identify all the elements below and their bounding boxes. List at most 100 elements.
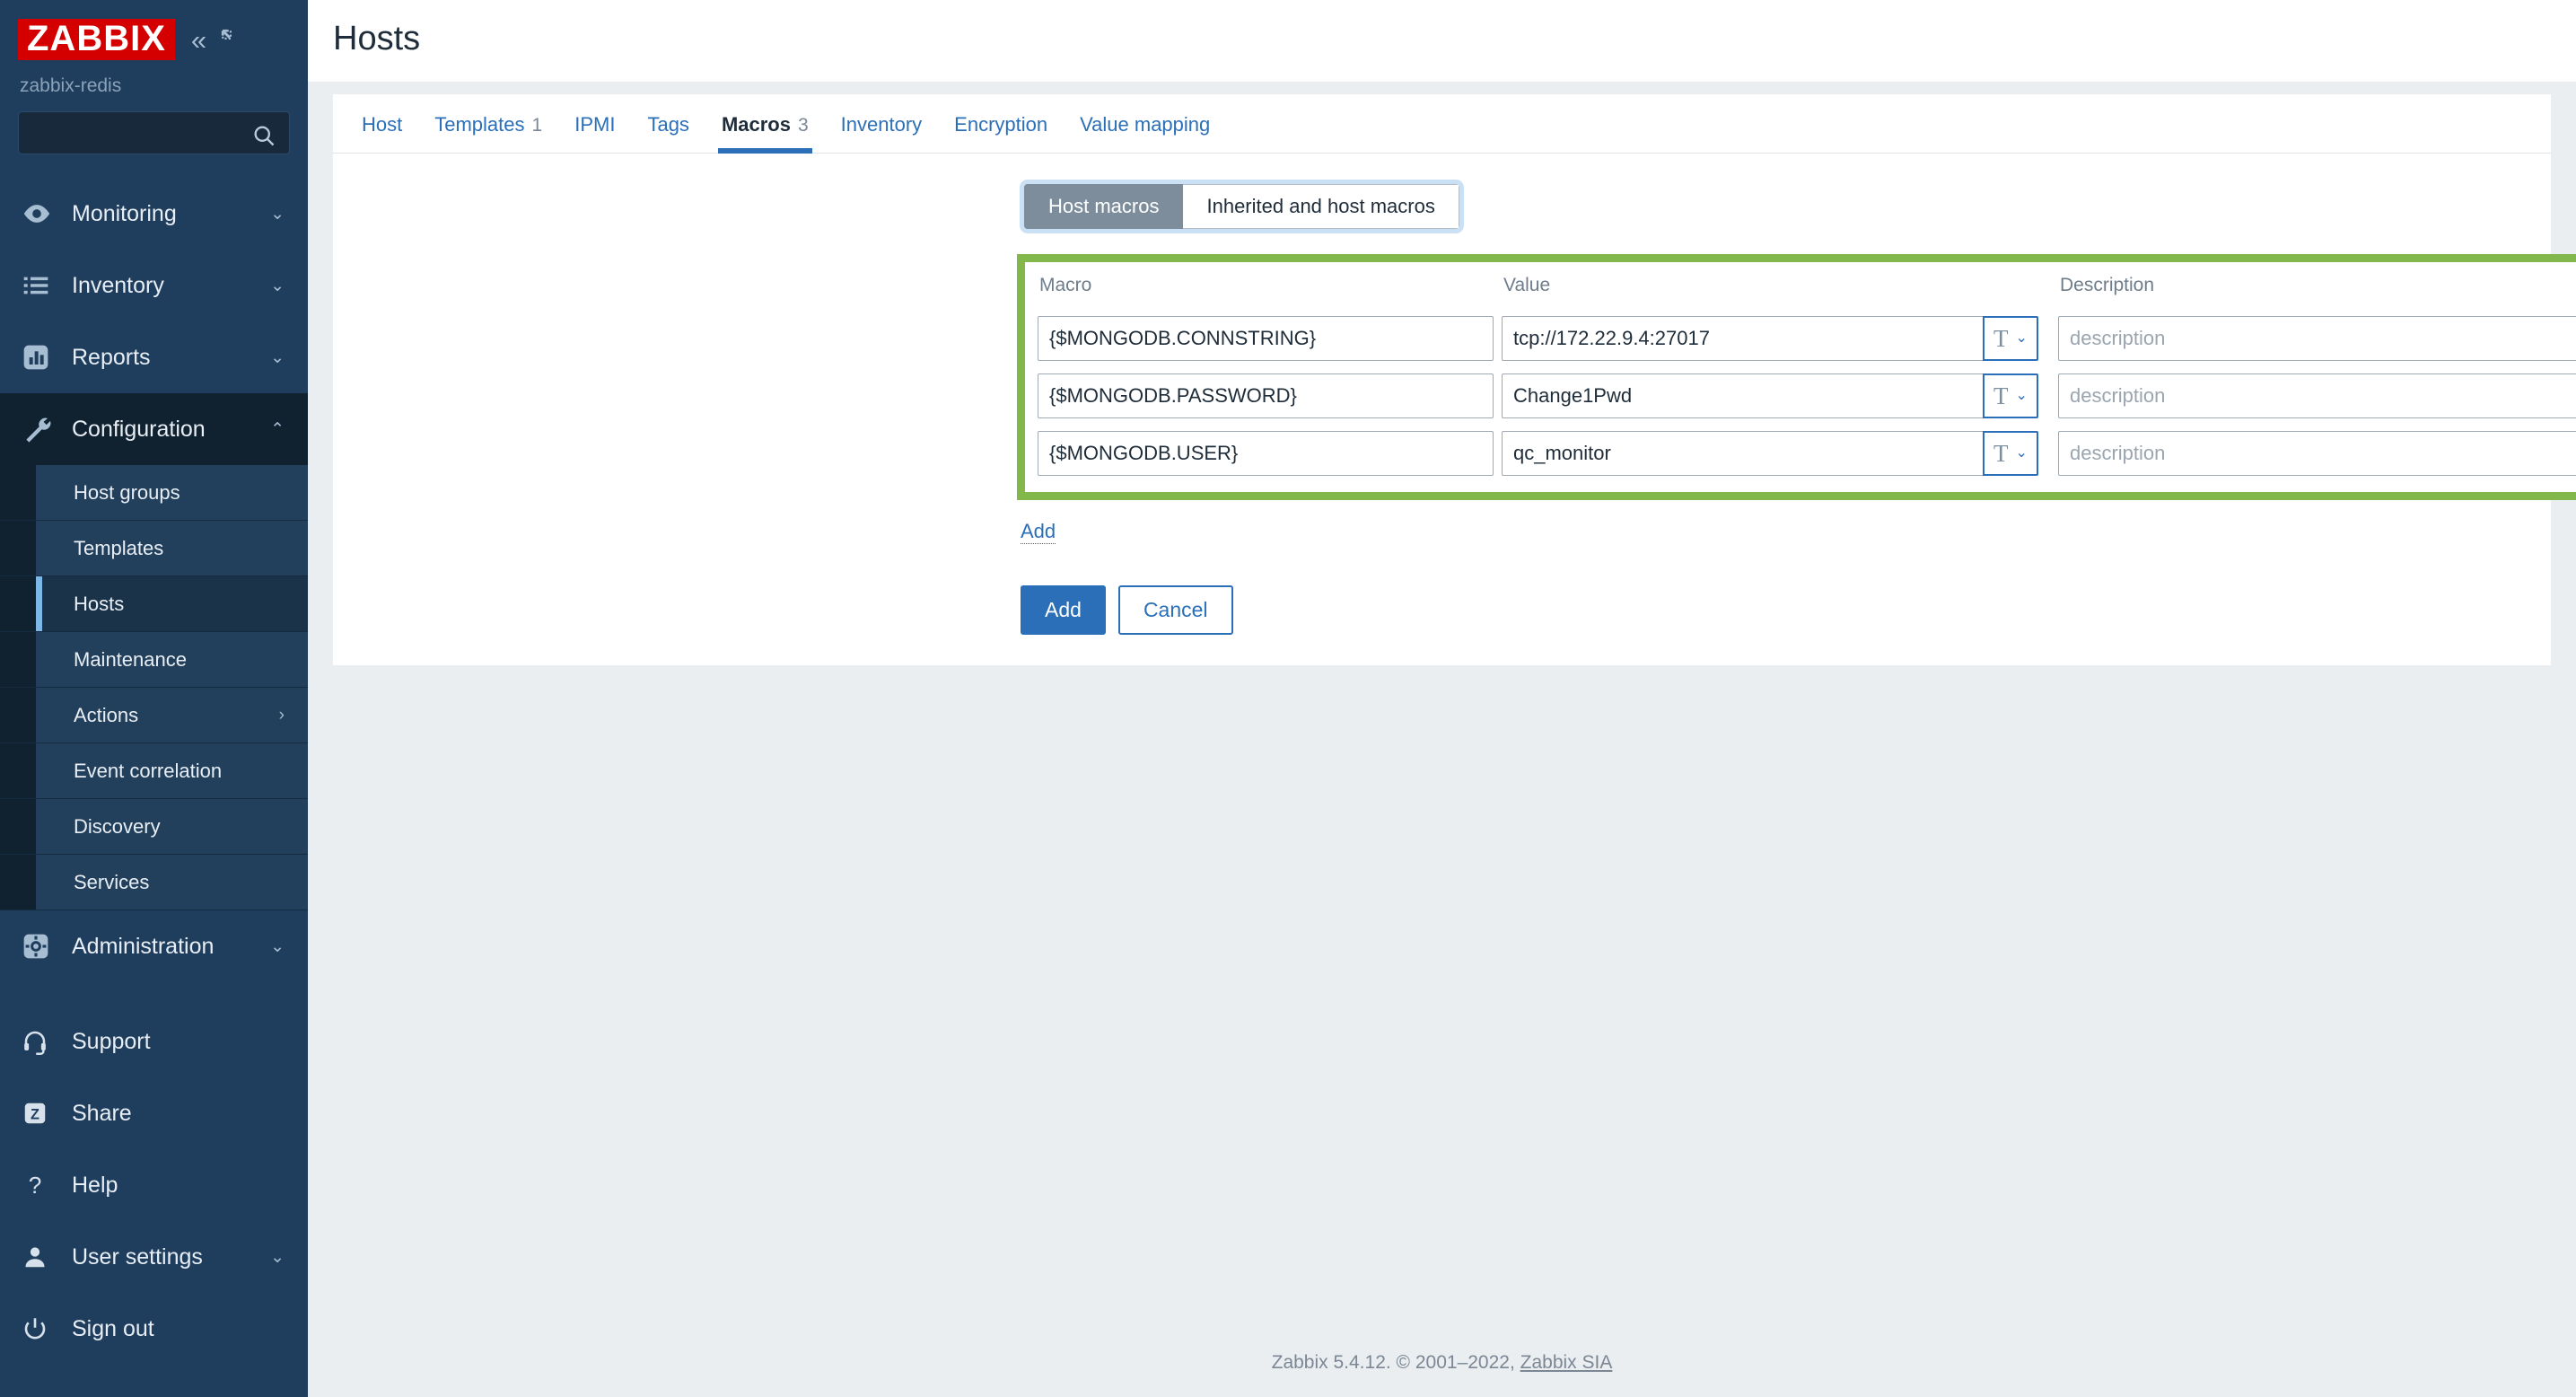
sidebar-subitem-templates[interactable]: Templates xyxy=(0,521,308,576)
sidebar-item-inventory[interactable]: Inventory ⌄ xyxy=(0,250,308,321)
sidebar-item-monitoring[interactable]: Monitoring ⌄ xyxy=(0,178,308,250)
chevron-down-icon: ⌄ xyxy=(270,1247,285,1267)
user-icon xyxy=(22,1243,59,1270)
sidebar-item-configuration[interactable]: Configuration ⌃ xyxy=(0,393,308,465)
search-box[interactable] xyxy=(18,111,290,154)
zabbix-share-icon: Z xyxy=(22,1100,59,1127)
sidebar-subitem-host-groups[interactable]: Host groups xyxy=(0,465,308,521)
tab-label: Host xyxy=(362,113,403,136)
tab-templates[interactable]: Templates 1 xyxy=(418,113,558,153)
gear-icon xyxy=(22,932,59,961)
tab-tags[interactable]: Tags xyxy=(631,113,705,153)
sidebar-item-label: Configuration xyxy=(72,416,206,442)
inherited-and-host-macros-toggle-button[interactable]: Inherited and host macros xyxy=(1183,184,1459,229)
zabbix-logo: ZABBIX xyxy=(18,19,175,60)
macro-description-input[interactable] xyxy=(2058,316,2576,361)
tab-inventory[interactable]: Inventory xyxy=(825,113,939,153)
headset-icon xyxy=(22,1028,59,1055)
search-input[interactable] xyxy=(19,122,289,144)
sidebar-item-label: User settings xyxy=(72,1243,203,1270)
sidebar-item-administration[interactable]: Administration ⌄ xyxy=(0,910,308,982)
sidebar-item-support[interactable]: Support xyxy=(0,1006,308,1077)
tab-label: IPMI xyxy=(574,113,616,136)
macro-value-type-button[interactable]: T ⌄ xyxy=(1983,316,2038,361)
table-row: T ⌄ Remove xyxy=(1038,431,2576,476)
chevron-down-icon: ⌄ xyxy=(2015,388,2028,403)
sidebar-subitem-event-correlation[interactable]: Event correlation xyxy=(0,743,308,799)
tab-label: Tags xyxy=(647,113,689,136)
sidebar-subitem-discovery[interactable]: Discovery xyxy=(0,799,308,855)
sidebar-item-reports[interactable]: Reports ⌄ xyxy=(0,321,308,393)
utility-nav: Support Z Share ? Help User settings ⌄ S… xyxy=(0,1006,308,1365)
tab-label: Inventory xyxy=(840,113,923,136)
tab-label: Encryption xyxy=(954,113,1048,136)
tab-host[interactable]: Host xyxy=(346,113,418,153)
sidebar-item-label: Monitoring xyxy=(72,200,177,226)
question-mark-icon: ? xyxy=(22,1172,59,1199)
cancel-button[interactable]: Cancel xyxy=(1117,585,1233,636)
expand-view-icon[interactable] xyxy=(220,28,243,51)
column-header-description: Description xyxy=(2060,275,2155,295)
sidebar-item-label: Share xyxy=(72,1100,132,1126)
sidebar-subitem-hosts[interactable]: Hosts xyxy=(0,576,308,632)
macro-value-input[interactable] xyxy=(1502,316,1983,361)
form-action-buttons: Add Cancel xyxy=(333,544,2551,636)
sidebar-subitem-label: Discovery xyxy=(74,814,161,838)
host-macros-toggle-button[interactable]: Host macros xyxy=(1024,184,1184,229)
table-row: T ⌄ Remove xyxy=(1038,373,2576,418)
eye-icon xyxy=(22,198,59,229)
text-type-icon: T xyxy=(1993,439,2009,467)
add-macro-link[interactable]: Add xyxy=(1021,520,1056,545)
sidebar-subitem-services[interactable]: Services xyxy=(0,855,308,910)
bar-chart-icon xyxy=(22,343,59,372)
macro-value-type-button[interactable]: T ⌄ xyxy=(1983,373,2038,418)
macro-name-input[interactable] xyxy=(1038,431,1494,476)
macro-description-cell xyxy=(2058,316,2576,361)
macro-name-input[interactable] xyxy=(1038,316,1494,361)
footer: Zabbix 5.4.12. © 2001–2022, Zabbix SIA xyxy=(308,1352,2576,1397)
sidebar-subitem-label: Event correlation xyxy=(74,759,223,782)
tab-count: 1 xyxy=(531,115,543,136)
sidebar-item-help[interactable]: ? Help xyxy=(0,1149,308,1221)
sidebar-item-user-settings[interactable]: User settings ⌄ xyxy=(0,1221,308,1293)
footer-text: Zabbix 5.4.12. © 2001–2022, xyxy=(1271,1352,1520,1373)
sidebar-subitem-maintenance[interactable]: Maintenance xyxy=(0,632,308,688)
tab-label: Templates xyxy=(434,113,525,136)
list-icon xyxy=(22,271,59,300)
sidebar-item-sign-out[interactable]: Sign out xyxy=(0,1293,308,1365)
tab-value-mapping[interactable]: Value mapping xyxy=(1064,113,1226,153)
sidebar-header: ZABBIX « xyxy=(0,0,308,65)
zabbix-sia-link[interactable]: Zabbix SIA xyxy=(1520,1352,1613,1373)
macro-value-input[interactable] xyxy=(1502,431,1983,476)
sidebar-subitem-actions[interactable]: Actions › xyxy=(0,688,308,743)
chevron-up-icon: ⌃ xyxy=(270,419,285,439)
tab-ipmi[interactable]: IPMI xyxy=(558,113,631,153)
sidebar-item-label: Reports xyxy=(72,344,151,370)
sidebar-subitem-label: Templates xyxy=(74,536,164,559)
macro-name-cell xyxy=(1038,431,1494,476)
chevron-down-icon: ⌄ xyxy=(270,936,285,956)
sidebar-item-label: Help xyxy=(72,1172,118,1198)
macro-value-input[interactable] xyxy=(1502,373,1983,418)
chevron-down-icon: ⌄ xyxy=(270,276,285,295)
power-icon xyxy=(22,1315,59,1342)
collapse-sidebar-icon[interactable]: « xyxy=(191,26,206,54)
macro-description-input[interactable] xyxy=(2058,373,2576,418)
sidebar-item-share[interactable]: Z Share xyxy=(0,1077,308,1149)
chevron-right-icon: › xyxy=(278,705,285,725)
macro-value-type-button[interactable]: T ⌄ xyxy=(1983,431,2038,476)
sidebar-item-label: Support xyxy=(72,1028,151,1054)
tab-macros[interactable]: Macros 3 xyxy=(705,113,825,154)
sidebar-subitem-label: Host groups xyxy=(74,480,180,504)
tab-encryption[interactable]: Encryption xyxy=(938,113,1064,153)
macro-scope-toggle: Host macros Inherited and host macros xyxy=(1024,184,1459,229)
sidebar: ZABBIX « zabbix-redis Monitoring ⌄ Inven… xyxy=(0,0,308,1397)
app-root: ZABBIX « zabbix-redis Monitoring ⌄ Inven… xyxy=(0,0,2576,1397)
add-button[interactable]: Add xyxy=(1021,585,1106,636)
add-macro-row: Add xyxy=(333,500,2551,545)
tab-label: Value mapping xyxy=(1080,113,1211,136)
macro-description-input[interactable] xyxy=(2058,431,2576,476)
sidebar-search-wrap xyxy=(0,97,308,154)
macros-grid: Macro Value Description {$MONGODB.CONNST… xyxy=(1025,271,2576,476)
macro-name-input[interactable] xyxy=(1038,373,1494,418)
